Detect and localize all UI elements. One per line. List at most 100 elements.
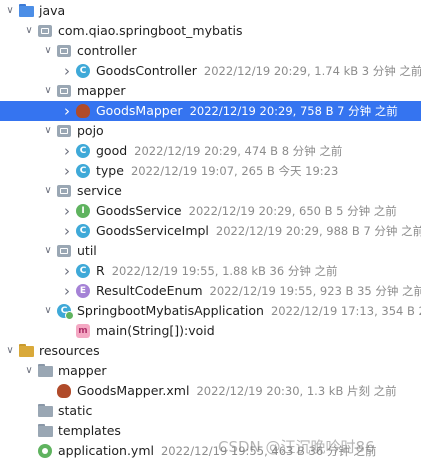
chevron-down-icon[interactable]: ∨	[23, 21, 35, 41]
tree-item-label: main(String[]):void	[96, 321, 215, 341]
chevron-down-icon[interactable]: ∨	[42, 181, 54, 201]
item-meta: 2022/12/19 20:30, 1.3 kB 片刻 之前	[196, 384, 397, 398]
class-icon: C	[76, 224, 90, 238]
item-name: R	[96, 263, 105, 278]
item-name: com.qiao.springboot_mybatis	[58, 23, 243, 38]
item-name: GoodsServiceImpl	[96, 223, 209, 238]
chevron-down-icon[interactable]: ∨	[23, 361, 35, 381]
chevron-down-icon[interactable]: ∨	[4, 341, 16, 361]
item-name: templates	[58, 423, 121, 438]
tree-row-goods-service-impl[interactable]: › C GoodsServiceImpl 2022/12/19 20:29, 988 …	[0, 221, 421, 241]
chevron-right-icon[interactable]: ›	[61, 161, 73, 181]
item-name: GoodsService	[96, 203, 182, 218]
chevron-right-icon[interactable]: ›	[61, 221, 73, 241]
tree-row-mapper[interactable]: ∨ mapper	[0, 81, 421, 101]
tree-item-label: com.qiao.springboot_mybatis	[58, 21, 243, 41]
tree-row-goods-controller[interactable]: › C GoodsController 2022/12/19 20:29, 1.74 …	[0, 61, 421, 81]
item-name: main(String[]):void	[96, 323, 215, 338]
project-tree: ∨ java ∨ com.qiao.springboot_mybatis ∨ contro…	[0, 0, 421, 467]
tree-item-label: GoodsService 2022/12/19 20:29, 650 B 5 分钟…	[96, 201, 397, 221]
item-name: GoodsMapper.xml	[77, 383, 190, 398]
chevron-down-icon[interactable]: ∨	[42, 301, 54, 321]
chevron-down-icon[interactable]: ∨	[42, 81, 54, 101]
tree-row-goods-service[interactable]: › I GoodsService 2022/12/19 20:29, 650 B 5 …	[0, 201, 421, 221]
chevron-right-icon[interactable]: ›	[61, 101, 73, 121]
folder-icon	[38, 424, 53, 437]
tree-row-result-code-enum[interactable]: › E ResultCodeEnum 2022/12/19 19:55, 923 B …	[0, 281, 421, 301]
tree-row-goods-mapper[interactable]: › GoodsMapper 2022/12/19 20:29, 758 B 7 分钟…	[0, 101, 421, 121]
item-meta: 2022/12/19 19:07, 265 B 今天 19:23	[130, 164, 339, 178]
package-icon	[57, 125, 71, 137]
tree-item-label: SpringbootMybatisApplication 2022/12/19 1…	[77, 301, 421, 321]
chevron-down-icon[interactable]: ∨	[42, 241, 54, 261]
folder-icon	[38, 364, 53, 377]
item-meta: 2022/12/19 20:29, 650 B 5 分钟 之前	[188, 204, 397, 218]
tree-row-resources[interactable]: ∨ resources	[0, 341, 421, 361]
item-name: GoodsMapper	[96, 103, 183, 118]
tree-row-java[interactable]: ∨ java	[0, 1, 421, 21]
tree-item-label: GoodsServiceImpl 2022/12/19 20:29, 988 B …	[96, 221, 421, 241]
interface-icon: I	[76, 204, 90, 218]
tree-item-label: mapper	[77, 81, 126, 101]
package-icon	[57, 245, 71, 257]
chevron-right-icon[interactable]: ›	[61, 141, 73, 161]
mybatis-icon	[76, 104, 90, 118]
chevron-down-icon[interactable]: ∨	[42, 41, 54, 61]
tree-item-label: util	[77, 241, 97, 261]
tree-item-label: good 2022/12/19 20:29, 474 B 8 分钟 之前	[96, 141, 342, 161]
package-icon	[57, 85, 71, 97]
tree-row-type[interactable]: › Ctype 2022/12/19 19:07, 265 B 今天 19:23	[0, 161, 421, 181]
chevron-right-icon[interactable]: ›	[61, 201, 73, 221]
item-meta: 2022/12/19 20:29, 758 B 7 分钟 之前	[189, 104, 398, 118]
tree-row-main[interactable]: m main(String[]):void	[0, 321, 421, 341]
tree-item-label: static	[58, 401, 92, 421]
package-icon	[57, 45, 71, 57]
class-icon: C	[76, 64, 90, 78]
tree-item-label: controller	[77, 41, 137, 61]
class-icon: C	[76, 264, 90, 278]
chevron-down-icon[interactable]: ∨	[42, 121, 54, 141]
watermark: CSDN @汪沉晚吟时86	[218, 438, 375, 456]
mybatis-icon	[57, 384, 71, 398]
chevron-right-icon[interactable]: ›	[61, 281, 73, 301]
tree-item-label: pojo	[77, 121, 104, 141]
item-name: service	[77, 183, 122, 198]
tree-item-label: service	[77, 181, 122, 201]
item-meta: 2022/12/19 20:29, 474 B 8 分钟 之前	[134, 144, 343, 158]
yml-icon	[38, 444, 52, 458]
tree-row-pkg[interactable]: ∨ com.qiao.springboot_mybatis	[0, 21, 421, 41]
tree-row-app[interactable]: ∨ C SpringbootMybatisApplication 2022/12/19…	[0, 301, 421, 321]
item-name: type	[96, 163, 124, 178]
class-icon: C	[76, 164, 90, 178]
tree-item-label: mapper	[58, 361, 107, 381]
method-icon: m	[76, 324, 90, 338]
item-name: static	[58, 403, 93, 418]
item-meta: 2022/12/19 20:29, 1.74 kB 3 分钟 之前	[203, 64, 421, 78]
enum-icon: E	[76, 284, 90, 298]
tree-row-controller[interactable]: ∨ controller	[0, 41, 421, 61]
tree-row-static[interactable]: static	[0, 401, 421, 421]
tree-row-util[interactable]: ∨ util	[0, 241, 421, 261]
tree-row-good[interactable]: › Cgood 2022/12/19 20:29, 474 B 8 分钟 之前	[0, 141, 421, 161]
package-icon	[57, 185, 71, 197]
tree-item-label: GoodsMapper 2022/12/19 20:29, 758 B 7 分钟 …	[96, 101, 398, 121]
tree-item-label: type 2022/12/19 19:07, 265 B 今天 19:23	[96, 161, 338, 181]
tree-row-service[interactable]: ∨ service	[0, 181, 421, 201]
tree-row-res-mapper[interactable]: ∨ mapper	[0, 361, 421, 381]
tree-row-pojo[interactable]: ∨ pojo	[0, 121, 421, 141]
package-icon	[38, 25, 52, 37]
chevron-right-icon[interactable]: ›	[61, 61, 73, 81]
tree-item-label: R 2022/12/19 19:55, 1.88 kB 36 分钟 之前	[96, 261, 338, 281]
spring-class-icon: C	[57, 304, 74, 320]
item-name: java	[39, 3, 66, 18]
item-name: mapper	[58, 363, 107, 378]
tree-item-label: templates	[58, 421, 121, 441]
item-name: ResultCodeEnum	[96, 283, 203, 298]
item-name: util	[77, 243, 97, 258]
chevron-down-icon[interactable]: ∨	[4, 1, 16, 21]
chevron-right-icon[interactable]: ›	[61, 261, 73, 281]
tree-row-goods-mapper-xml[interactable]: GoodsMapper.xml 2022/12/19 20:30, 1.3 kB …	[0, 381, 421, 401]
tree-row-r[interactable]: › C R 2022/12/19 19:55, 1.88 kB 36 分钟 之前	[0, 261, 421, 281]
